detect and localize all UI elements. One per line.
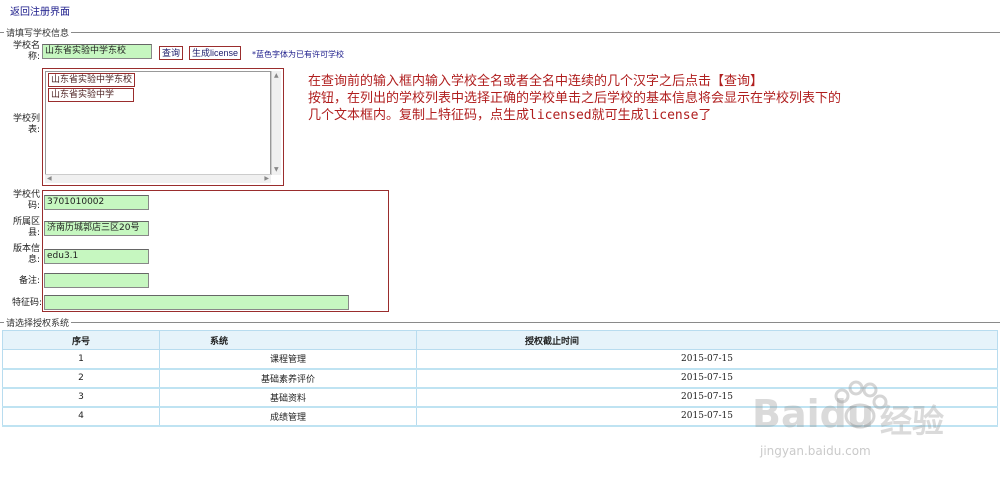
- row-system: 基础资料: [159, 387, 417, 407]
- row-expiry: 2015-07-15: [416, 349, 998, 369]
- col-header-system: 系统: [159, 330, 417, 350]
- school-info-legend: 请填写学校信息: [4, 26, 72, 39]
- school-code-input[interactable]: 3701010002: [44, 195, 149, 210]
- remark-input[interactable]: [44, 273, 149, 288]
- auth-systems-legend: 请选择授权系统: [4, 316, 72, 329]
- back-to-register-link[interactable]: 返回注册界面: [10, 3, 70, 18]
- district-label: 所属区 县:: [12, 217, 40, 238]
- row-system: 基础素养评价: [159, 368, 417, 388]
- scroll-left-icon[interactable]: ◀: [47, 175, 52, 183]
- version-input[interactable]: edu3.1: [44, 249, 149, 264]
- row-no: 4: [2, 406, 160, 426]
- version-label: 版本信 息:: [12, 244, 40, 265]
- auth-systems-divider: [0, 322, 1000, 323]
- annotation-line-2: 按钮，在列出的学校列表中选择正确的学校单击之后学校的基本信息将会显示在学校列表下…: [308, 91, 842, 106]
- col-header-expiry: 授权截止时间: [416, 330, 998, 350]
- licensed-school-hint: *蓝色字体为已有许可学校: [252, 50, 344, 59]
- district-input[interactable]: 济南历城郭店三区20号: [44, 221, 149, 236]
- school-code-label: 学校代 码:: [12, 190, 40, 211]
- scroll-right-icon[interactable]: ▶: [264, 175, 269, 183]
- watermark-brand: Baidu: [752, 392, 874, 436]
- school-list-frame: 山东省实验中学东校 山东省实验中学 ▲ ▼ ◀ ▶: [42, 68, 284, 186]
- row-no: 2: [2, 368, 160, 388]
- list-item[interactable]: 山东省实验中学东校: [48, 73, 136, 87]
- query-button[interactable]: 查询: [159, 46, 184, 60]
- generate-license-button[interactable]: 生成license: [189, 46, 242, 60]
- table-row[interactable]: 1 课程管理 2015-07-15: [2, 349, 998, 369]
- list-horizontal-scrollbar[interactable]: ◀ ▶: [45, 174, 271, 183]
- feature-code-input[interactable]: [44, 295, 349, 310]
- school-name-label: 学校名 称:: [12, 41, 40, 62]
- row-no: 1: [2, 349, 160, 369]
- watermark-brand-cn: 经验: [880, 402, 945, 440]
- school-name-input[interactable]: 山东省实验中学东校: [42, 44, 152, 59]
- list-vertical-scrollbar[interactable]: ▲ ▼: [271, 71, 281, 175]
- watermark-url: jingyan.baidu.com: [760, 444, 871, 458]
- row-system: 成绩管理: [159, 406, 417, 426]
- scroll-up-icon[interactable]: ▲: [274, 72, 279, 80]
- scroll-down-icon[interactable]: ▼: [274, 166, 279, 174]
- school-info-divider: [0, 32, 1000, 33]
- annotation-line-3: 几个文本框内。复制上特征码，点生成licensed就可生成license了: [308, 108, 712, 123]
- list-item[interactable]: 山东省实验中学: [48, 88, 134, 102]
- instruction-annotation: 在查询前的输入框内输入学校全名或者全名中连续的几个汉字之后点击【查询】 按钮，在…: [308, 73, 988, 124]
- col-header-no: 序号: [2, 330, 160, 350]
- baidu-jingyan-watermark: Baidu 经验 jingyan.baidu.com: [752, 378, 982, 468]
- remark-label: 备注:: [18, 276, 40, 286]
- feature-code-label: 特征码:: [11, 298, 42, 308]
- annotation-line-1: 在查询前的输入框内输入学校全名或者全名中连续的几个汉字之后点击【查询】: [308, 74, 764, 89]
- row-system: 课程管理: [159, 349, 417, 369]
- school-list-label: 学校列 表:: [12, 114, 40, 135]
- row-no: 3: [2, 387, 160, 407]
- school-list[interactable]: 山东省实验中学东校 山东省实验中学: [45, 71, 271, 175]
